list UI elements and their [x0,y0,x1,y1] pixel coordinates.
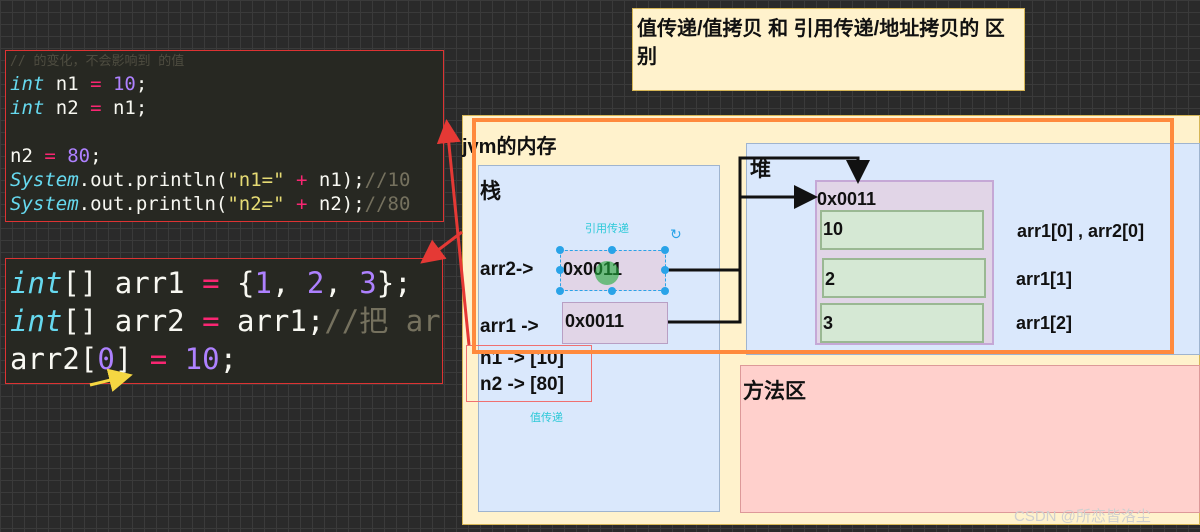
resize-handle [608,246,616,254]
resize-handle [661,287,669,295]
yellow-arrow [89,368,133,392]
resize-handle [556,287,564,295]
connectors-overlay [89,118,1174,392]
orange-highlight-box [472,118,1174,354]
arr1-pointer-line [668,185,818,324]
red-arrow-left [420,230,463,264]
resize-handle [556,266,564,274]
resize-handle [661,246,669,254]
watermark: CSDN @所恋皆洛尘 [1014,508,1151,525]
resize-handle [556,246,564,254]
resize-handle [608,287,616,295]
resize-handle [661,266,669,274]
arr2-pointer-line [668,156,870,272]
